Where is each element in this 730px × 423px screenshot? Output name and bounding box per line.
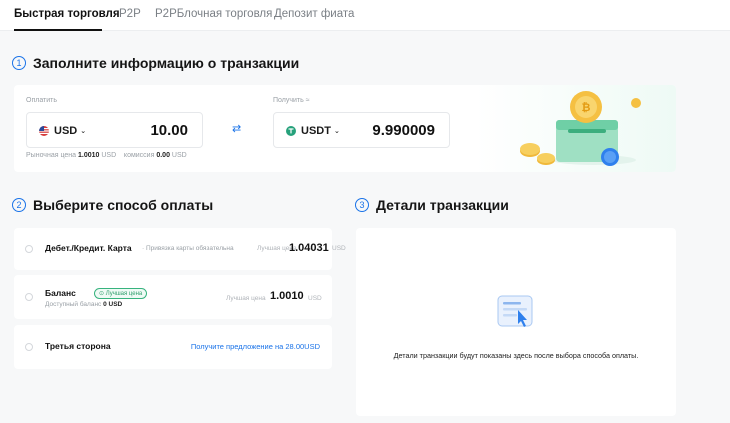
third-party-radio[interactable] [25, 343, 33, 351]
step2-heading: 2 Выберите способ оплаты [12, 197, 213, 213]
fee-unit: USD [171, 152, 187, 159]
balance-price-label: Лучшая цена [226, 295, 266, 302]
pay-amount-field[interactable]: USD ⌄ 10.00 [26, 112, 203, 148]
available-balance-value: 0 USD [103, 301, 123, 308]
receive-currency-select[interactable]: USDT ⌄ [286, 125, 340, 137]
receive-amount-value: 9.990009 [372, 122, 435, 139]
third-party-title: Третья сторона [45, 341, 111, 351]
step1-heading: 1 Заполните информацию о транзакции [12, 55, 299, 71]
receive-label: Получить ≈ [273, 97, 310, 104]
receive-amount-field[interactable]: USDT ⌄ 9.990009 [273, 112, 450, 148]
pay-currency-select[interactable]: USD ⌄ [39, 125, 86, 137]
active-tab-indicator [14, 29, 102, 31]
card-price-unit: USD [332, 245, 346, 252]
usdt-icon [286, 126, 296, 136]
tab-p2p[interactable]: P2P [119, 8, 141, 20]
us-flag-icon [39, 126, 49, 136]
balance-price: 1.0010 [270, 290, 304, 302]
card-note-text: Привязка карты обязательна [145, 245, 234, 252]
step2-number: 2 [12, 198, 26, 212]
market-price-value: 1.0010 [77, 152, 100, 159]
market-price-label: Рыночная цена [26, 152, 77, 159]
fee-label: комиссия [123, 152, 155, 159]
top-tabs: Быстрая торговля P2P P2PБлочная торговля… [0, 0, 730, 31]
card-title: Дебет./Кредит. Карта [45, 243, 132, 253]
step2-title: Выберите способ оплаты [33, 197, 214, 213]
swap-arrows-icon[interactable]: ⇄ [232, 122, 241, 135]
payment-method-balance[interactable]: Баланс ⊙ Лучшая цена Доступный баланс 0 … [14, 275, 332, 319]
step1-title: Заполните информацию о транзакции [33, 55, 300, 71]
pay-amount-value: 10.00 [150, 122, 188, 139]
step3-heading: 3 Детали транзакции [355, 197, 509, 213]
tab-p2p-block-trade[interactable]: P2PБлочная торговля [155, 8, 272, 20]
payment-method-card[interactable]: Дебет./Кредит. Карта · Привязка карты об… [14, 228, 346, 270]
svg-text:₿: ₿ [582, 101, 591, 114]
payment-method-third-party[interactable]: Третья сторона Получите предложение на 2… [14, 325, 332, 369]
step1-number: 1 [12, 56, 26, 70]
available-balance: Доступный баланс 0 USD [45, 301, 122, 308]
market-info: Рыночная цена 1.0010 USD комиссия 0.00 U… [26, 152, 187, 159]
tab-quick-trade[interactable]: Быстрая торговля [14, 8, 120, 20]
available-balance-label: Доступный баланс [45, 301, 102, 308]
market-price-unit: USD [101, 152, 117, 159]
pay-currency-code: USD [54, 125, 78, 137]
best-price-badge: ⊙ Лучшая цена [94, 288, 148, 299]
chevron-down-icon: ⌄ [333, 128, 340, 135]
coins-illustration: ₿ [520, 91, 641, 166]
fee-value: 0.00 [156, 152, 170, 159]
transaction-details-icon [497, 295, 533, 327]
balance-radio[interactable] [25, 293, 33, 301]
card-note: · Привязка карты обязательна [142, 245, 234, 252]
transaction-details-panel: Детали транзакции будут показаны здесь п… [356, 228, 676, 416]
step3-title: Детали транзакции [376, 197, 509, 213]
chevron-down-icon: ⌄ [80, 128, 87, 135]
tab-fiat-deposit[interactable]: Депозит фиата [274, 8, 354, 20]
pay-label: Оплатить [26, 97, 58, 104]
receive-currency-code: USDT [301, 125, 331, 137]
balance-title: Баланс [45, 288, 76, 298]
check-badge-icon: ⊙ [99, 291, 105, 297]
card-price: 1.04031 [289, 242, 329, 254]
coins-illustration-bg: ₿ [476, 85, 676, 172]
details-placeholder-text: Детали транзакции будут показаны здесь п… [393, 351, 639, 360]
card-radio[interactable] [25, 245, 33, 253]
step3-number: 3 [355, 198, 369, 212]
third-party-offer-link[interactable]: Получите предложение на 28.00USD [191, 342, 320, 351]
best-price-badge-label: Лучшая цена [105, 291, 143, 297]
balance-price-unit: USD [308, 295, 322, 302]
